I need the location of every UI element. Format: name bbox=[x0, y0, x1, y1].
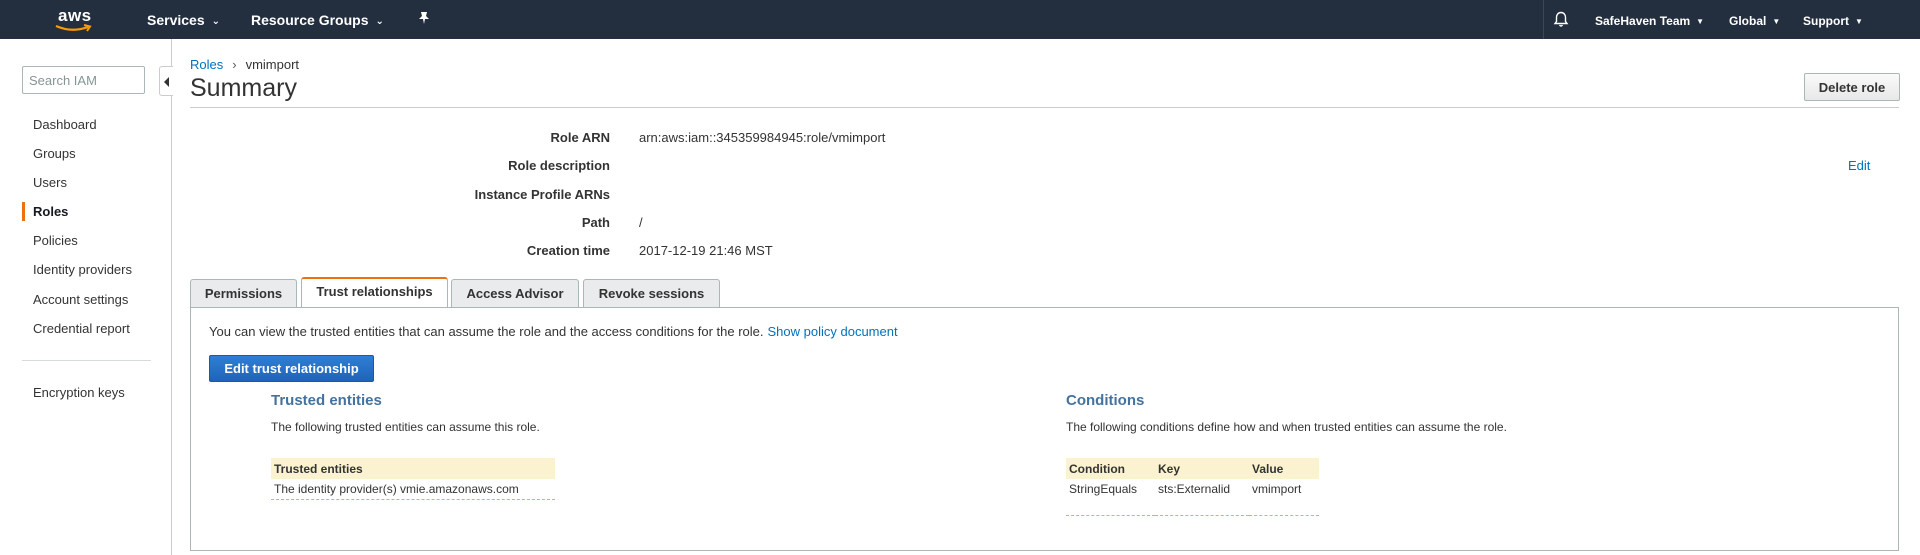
sidebar-item-identity-providers[interactable]: Identity providers bbox=[33, 262, 132, 277]
caret-down-icon: ▼ bbox=[1772, 17, 1781, 26]
delete-role-button[interactable]: Delete role bbox=[1804, 73, 1900, 101]
sidebar-item-dashboard[interactable]: Dashboard bbox=[33, 117, 97, 132]
sidebar-item-encryption-keys[interactable]: Encryption keys bbox=[33, 385, 125, 400]
path-value: / bbox=[639, 215, 643, 230]
sidebar-item-credential-report[interactable]: Credential report bbox=[33, 321, 130, 336]
role-description-label: Role description bbox=[508, 158, 610, 173]
trusted-entities-title: Trusted entities bbox=[271, 392, 382, 409]
support-label: Support bbox=[1803, 14, 1849, 28]
sidebar: Dashboard Groups Users Roles Policies Id… bbox=[0, 39, 173, 555]
table-row: The identity provider(s) vmie.amazonaws.… bbox=[271, 479, 555, 500]
support-menu[interactable]: Support ▼ bbox=[1803, 14, 1863, 28]
sidebar-item-roles[interactable]: Roles bbox=[33, 204, 68, 219]
services-label: Services bbox=[147, 12, 205, 28]
collapse-sidebar-button[interactable] bbox=[159, 66, 173, 96]
sidebar-item-account-settings[interactable]: Account settings bbox=[33, 292, 128, 307]
path-label: Path bbox=[581, 215, 610, 230]
pin-icon[interactable] bbox=[418, 11, 430, 28]
show-policy-document-link[interactable]: Show policy document bbox=[768, 324, 898, 339]
tab-permissions[interactable]: Permissions bbox=[190, 279, 297, 307]
resource-groups-menu[interactable]: Resource Groups ⌄ bbox=[251, 12, 384, 28]
conditions-table: Condition Key Value StringEquals sts:Ext… bbox=[1066, 458, 1319, 516]
role-arn-label: Role ARN bbox=[550, 130, 610, 145]
creation-time-value: 2017-12-19 21:46 MST bbox=[639, 243, 773, 258]
breadcrumb: Roles › vmimport bbox=[190, 57, 299, 72]
tab-revoke-sessions[interactable]: Revoke sessions bbox=[583, 279, 720, 307]
caret-down-icon: ▼ bbox=[1855, 17, 1863, 26]
title-divider bbox=[190, 107, 1899, 108]
aws-logo-text: aws bbox=[58, 6, 92, 25]
aws-smile-icon bbox=[55, 24, 92, 32]
sidebar-item-policies[interactable]: Policies bbox=[33, 233, 78, 248]
top-navigation-bar: aws Services ⌄ Resource Groups ⌄ SafeHaven… bbox=[0, 0, 1920, 39]
page-title: Summary bbox=[190, 74, 297, 102]
bell-icon[interactable] bbox=[1553, 11, 1569, 28]
account-menu[interactable]: SafeHaven Team ▼ bbox=[1595, 14, 1704, 28]
services-menu[interactable]: Services ⌄ bbox=[147, 12, 220, 28]
sidebar-divider bbox=[22, 360, 151, 361]
account-label: SafeHaven Team bbox=[1595, 14, 1691, 28]
chevron-down-icon: ⌄ bbox=[211, 16, 220, 27]
active-indicator bbox=[22, 202, 25, 221]
trust-intro: You can view the trusted entities that c… bbox=[209, 324, 898, 339]
tab-access-advisor[interactable]: Access Advisor bbox=[451, 279, 579, 307]
key-cell: sts:Externalid bbox=[1155, 479, 1249, 516]
chevron-down-icon: ⌄ bbox=[375, 16, 384, 27]
region-label: Global bbox=[1729, 14, 1767, 28]
breadcrumb-current: vmimport bbox=[245, 57, 300, 72]
condition-cell: StringEquals bbox=[1066, 479, 1155, 516]
edit-description-link[interactable]: Edit bbox=[1848, 158, 1870, 173]
creation-time-label: Creation time bbox=[526, 243, 610, 258]
value-header: Value bbox=[1249, 458, 1319, 479]
breadcrumb-roles-link[interactable]: Roles bbox=[190, 57, 223, 72]
resource-groups-label: Resource Groups bbox=[251, 12, 369, 28]
tab-trust-relationships[interactable]: Trust relationships bbox=[301, 277, 448, 307]
table-header-row: Trusted entities bbox=[271, 458, 555, 479]
key-header: Key bbox=[1155, 458, 1249, 479]
breadcrumb-separator: › bbox=[232, 57, 237, 72]
search-iam-input[interactable] bbox=[22, 66, 145, 94]
trusted-entity-cell: The identity provider(s) vmie.amazonaws.… bbox=[271, 479, 555, 500]
aws-logo[interactable]: aws bbox=[52, 6, 98, 34]
trusted-entities-description: The following trusted entities can assum… bbox=[271, 420, 540, 434]
trusted-entities-header: Trusted entities bbox=[271, 458, 555, 479]
role-arn-value: arn:aws:iam::345359984945:role/vmimport bbox=[639, 130, 886, 145]
sidebar-item-users[interactable]: Users bbox=[33, 175, 67, 190]
condition-header: Condition bbox=[1066, 458, 1155, 479]
value-cell: vmimport bbox=[1249, 479, 1319, 516]
region-menu[interactable]: Global ▼ bbox=[1729, 14, 1780, 28]
conditions-description: The following conditions define how and … bbox=[1066, 420, 1507, 434]
nav-divider bbox=[1543, 0, 1544, 39]
trusted-entities-table: Trusted entities The identity provider(s… bbox=[271, 458, 555, 500]
caret-down-icon: ▼ bbox=[1696, 17, 1705, 26]
instance-profile-arns-label: Instance Profile ARNs bbox=[474, 187, 610, 202]
table-header-row: Condition Key Value bbox=[1066, 458, 1319, 479]
trust-intro-text: You can view the trusted entities that c… bbox=[209, 324, 764, 339]
edit-trust-relationship-button[interactable]: Edit trust relationship bbox=[209, 355, 374, 382]
table-row: StringEquals sts:Externalid vmimport bbox=[1066, 479, 1319, 516]
conditions-title: Conditions bbox=[1066, 392, 1145, 409]
sidebar-item-groups[interactable]: Groups bbox=[33, 146, 76, 161]
